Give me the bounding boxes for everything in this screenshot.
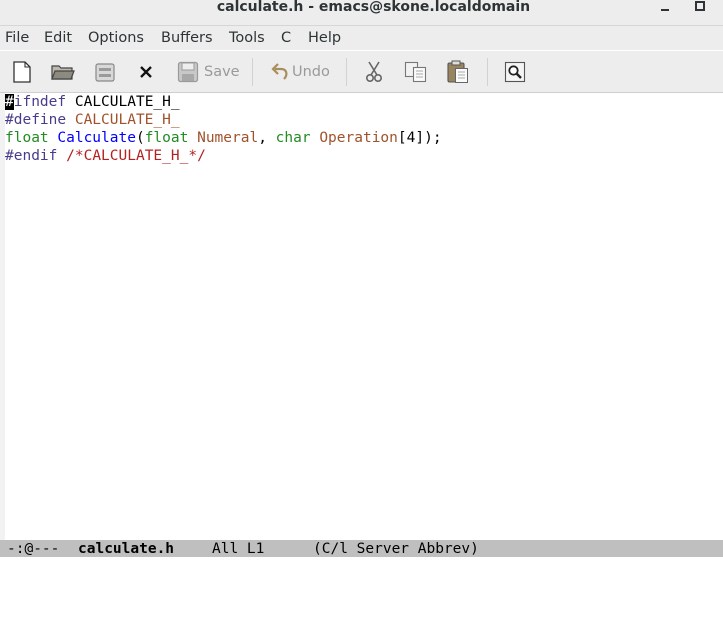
code-token: [4]);: [397, 130, 442, 146]
menu-edit[interactable]: Edit: [44, 30, 72, 46]
open-file-button[interactable]: [51, 60, 75, 84]
maximize-button[interactable]: [695, 0, 707, 17]
toolbar-separator: [346, 58, 347, 86]
text-cursor: #: [5, 94, 14, 110]
code-token: ,: [258, 130, 276, 146]
undo-label: Undo: [292, 64, 330, 80]
modeline-buffer-name[interactable]: calculate.h: [78, 540, 174, 558]
menu-bar: File Edit Options Buffers Tools C Help: [0, 26, 723, 50]
code-token: float: [144, 130, 189, 146]
editor-buffer[interactable]: #ifndef CALCULATE_H_ #define CALCULATE_H_…: [5, 93, 723, 540]
menu-c[interactable]: C: [281, 30, 291, 46]
code-line: #define CALCULATE_H_: [5, 111, 723, 129]
save-button[interactable]: Save: [177, 60, 240, 84]
dired-button[interactable]: [94, 60, 116, 84]
search-button[interactable]: [504, 60, 526, 84]
save-label: Save: [204, 64, 240, 80]
menu-options[interactable]: Options: [88, 30, 144, 46]
undo-icon: [271, 63, 288, 80]
dired-icon: [95, 63, 115, 82]
modeline-modes[interactable]: (C/l Server Abbrev): [313, 540, 479, 558]
close-buffer-icon: [140, 66, 152, 78]
code-token: ifndef: [13, 94, 67, 110]
modeline-position: All L1: [212, 541, 265, 557]
mode-line: -:@--- calculate.h All L1 (C/l Server Ab…: [0, 540, 723, 557]
menu-buffers[interactable]: Buffers: [161, 30, 213, 46]
search-icon: [504, 61, 526, 83]
paste-icon: [447, 60, 468, 83]
new-file-icon: [13, 61, 31, 83]
code-token: CALCULATE_H_: [74, 112, 180, 128]
menu-tools[interactable]: Tools: [229, 30, 265, 46]
paste-button[interactable]: [446, 60, 470, 84]
code-line: #ifndef CALCULATE_H_: [5, 93, 723, 111]
save-icon: [177, 61, 199, 83]
minimize-button[interactable]: [661, 0, 671, 17]
window-title: calculate.h - emacs@skone.localdomain: [216, 0, 531, 15]
new-file-button[interactable]: [11, 60, 33, 84]
code-token: char: [275, 130, 311, 146]
menu-help[interactable]: Help: [308, 30, 341, 46]
code-token: Calculate: [57, 130, 136, 146]
code-token: Operation: [319, 130, 398, 146]
tool-bar: Save Undo: [0, 51, 723, 93]
code-token: Numeral: [197, 130, 259, 146]
menu-file[interactable]: File: [5, 30, 29, 46]
scissors-icon: [365, 61, 383, 83]
code-token: (: [135, 130, 145, 146]
copy-icon: [404, 61, 427, 83]
close-buffer-button[interactable]: [138, 60, 154, 84]
copy-button[interactable]: [404, 60, 428, 84]
code-line: float Calculate(float Numeral, char Oper…: [5, 129, 723, 147]
undo-button[interactable]: Undo: [271, 60, 330, 84]
code-line: #endif /*CALCULATE_H_*/: [5, 147, 723, 165]
code-token: CALCULATE_H_: [66, 94, 180, 110]
code-token: #define: [5, 112, 67, 128]
open-folder-icon: [51, 65, 75, 80]
title-bar: calculate.h - emacs@skone.localdomain: [0, 0, 723, 26]
cut-button[interactable]: [364, 60, 384, 84]
toolbar-separator: [487, 58, 488, 86]
code-token: float: [5, 130, 49, 146]
code-token: /*CALCULATE_H_*/: [66, 148, 206, 164]
code-token: #endif: [5, 148, 58, 164]
toolbar-separator: [252, 58, 253, 86]
modeline-status: -:@---: [7, 541, 60, 557]
